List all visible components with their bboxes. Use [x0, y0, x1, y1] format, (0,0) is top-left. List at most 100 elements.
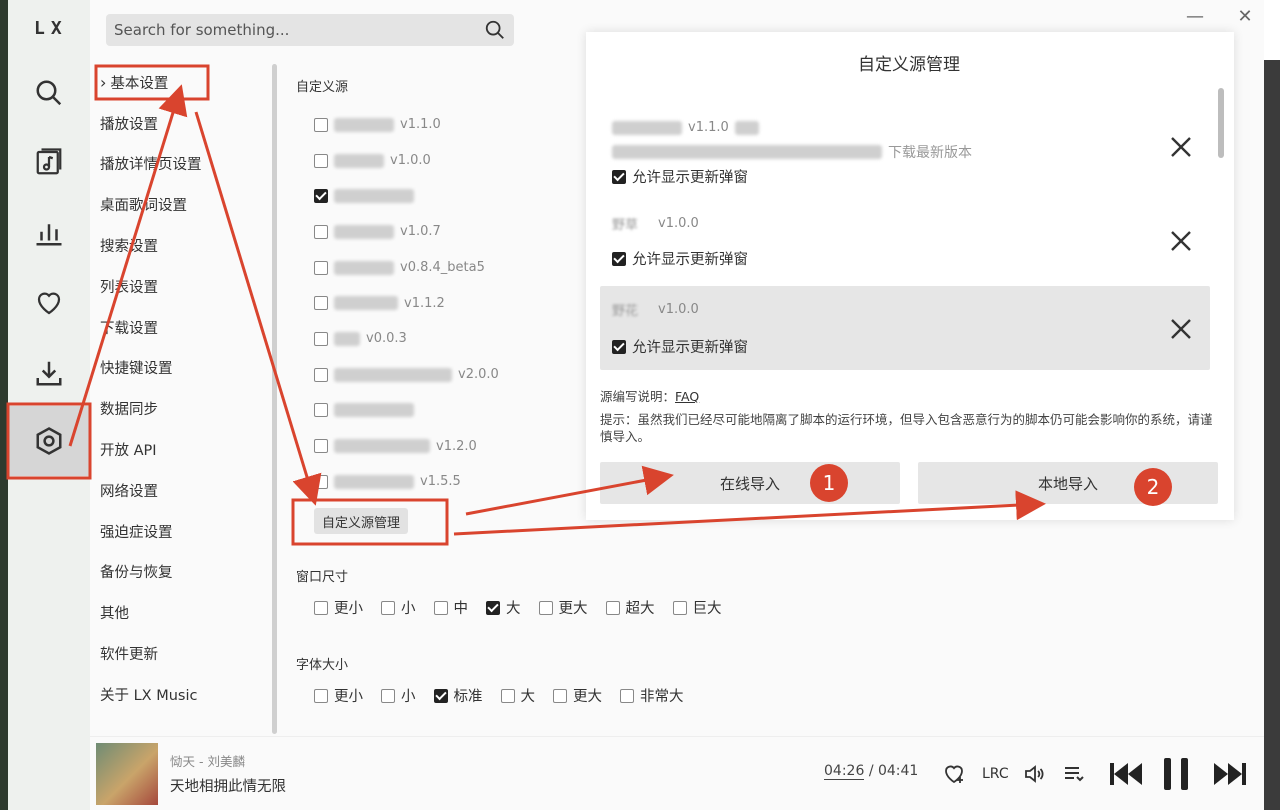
custom-source-checkbox[interactable] — [314, 403, 328, 418]
font-size-option[interactable]: 非常大 — [620, 685, 684, 706]
pause-button[interactable] — [1160, 757, 1192, 791]
window-size-option[interactable]: 超大 — [605, 597, 655, 618]
custom-source-item[interactable]: v1.0.7 — [296, 214, 596, 250]
window-size-option[interactable]: 中 — [433, 597, 468, 618]
font-size-option[interactable]: 标准 — [433, 685, 483, 706]
settings-menu-item[interactable]: 强迫症设置 — [90, 511, 276, 552]
step-badge-1: 1 — [810, 464, 848, 502]
custom-source-item[interactable]: v1.5.5 — [296, 464, 596, 500]
font-size-option[interactable]: 大 — [500, 685, 535, 706]
settings-menu-item[interactable]: 数据同步 — [90, 388, 276, 429]
search-input[interactable] — [114, 21, 484, 39]
remove-source-button[interactable] — [1164, 130, 1198, 164]
source-name-blurred — [334, 367, 452, 382]
local-import-button[interactable]: 本地导入 — [918, 462, 1218, 504]
font-size-checkbox[interactable] — [500, 688, 515, 703]
settings-menu-item[interactable]: 基本设置 — [90, 62, 276, 103]
nav-download[interactable] — [8, 338, 90, 408]
settings-menu-item[interactable]: 软件更新 — [90, 633, 276, 674]
window-size-checkbox[interactable] — [314, 600, 328, 615]
window-size-checkbox[interactable] — [381, 600, 395, 615]
album-cover[interactable] — [96, 743, 158, 805]
window-size-option[interactable]: 大 — [486, 597, 521, 618]
settings-menu-item[interactable]: 备份与恢复 — [90, 552, 276, 593]
font-size-option[interactable]: 更大 — [553, 685, 602, 706]
font-size-checkbox[interactable] — [381, 688, 395, 703]
custom-source-item[interactable]: v1.1.0 — [296, 107, 596, 143]
minimize-button[interactable]: — — [1184, 6, 1206, 27]
prev-button[interactable] — [1108, 757, 1144, 791]
custom-source-item[interactable] — [296, 393, 596, 429]
window-size-option[interactable]: 更小 — [314, 597, 363, 618]
custom-source-checkbox[interactable] — [314, 224, 328, 239]
window-size-option[interactable]: 小 — [381, 597, 416, 618]
custom-source-checkbox[interactable] — [314, 474, 328, 489]
allow-update-popup-option[interactable]: 允许显示更新弹窗 — [612, 248, 748, 269]
settings-menu-item[interactable]: 播放详情页设置 — [90, 144, 276, 185]
window-size-checkbox[interactable] — [433, 600, 448, 615]
settings-menu-item[interactable]: 快捷键设置 — [90, 348, 276, 389]
font-size-checkbox[interactable] — [620, 688, 634, 703]
custom-source-item[interactable]: v0.0.3 — [296, 321, 596, 357]
nav-settings[interactable] — [8, 406, 90, 476]
online-import-button[interactable]: 在线导入 — [600, 462, 900, 504]
settings-menu-item[interactable]: 开放 API — [90, 429, 276, 470]
settings-menu-item[interactable]: 网络设置 — [90, 470, 276, 511]
font-size-checkbox[interactable] — [433, 688, 448, 703]
custom-source-item[interactable]: v0.8.4_beta5 — [296, 250, 596, 286]
custom-source-checkbox[interactable] — [314, 367, 328, 382]
nav-leaderboard[interactable] — [8, 198, 90, 268]
custom-source-checkbox[interactable] — [314, 439, 328, 454]
custom-source-manage-button[interactable]: 自定义源管理 — [314, 508, 409, 534]
window-size-checkbox[interactable] — [672, 600, 687, 615]
remove-source-button[interactable] — [1164, 312, 1198, 346]
settings-menu-item[interactable]: 列表设置 — [90, 266, 276, 307]
window-size-checkbox[interactable] — [605, 600, 620, 615]
custom-source-item[interactable]: v1.1.2 — [296, 285, 596, 321]
settings-menu-item[interactable]: 桌面歌词设置 — [90, 184, 276, 225]
lrc-button[interactable]: LRC — [982, 757, 1009, 791]
window-size-option[interactable]: 巨大 — [672, 597, 722, 618]
custom-source-item[interactable] — [296, 178, 596, 214]
faq-link[interactable]: FAQ — [675, 389, 699, 404]
search-icon[interactable] — [484, 19, 506, 41]
custom-source-checkbox[interactable] — [314, 117, 328, 132]
window-size-option[interactable]: 更大 — [538, 597, 588, 618]
favorite-button[interactable] — [942, 757, 966, 791]
font-size-option[interactable]: 小 — [381, 685, 416, 706]
settings-menu-item[interactable]: 其他 — [90, 592, 276, 633]
window-size-checkbox[interactable] — [538, 600, 553, 615]
font-size-checkbox[interactable] — [314, 688, 328, 703]
font-size-checkbox[interactable] — [553, 688, 567, 703]
custom-source-item[interactable]: v2.0.0 — [296, 357, 596, 393]
nav-songlist[interactable] — [8, 127, 90, 197]
custom-source-checkbox[interactable] — [314, 296, 328, 311]
settings-menu-item[interactable]: 搜索设置 — [90, 225, 276, 266]
close-button[interactable]: ✕ — [1234, 6, 1256, 27]
custom-source-checkbox[interactable] — [314, 331, 328, 346]
custom-source-checkbox[interactable] — [314, 189, 328, 204]
allow-update-popup-option[interactable]: 允许显示更新弹窗 — [612, 166, 748, 187]
allow-update-checkbox[interactable] — [612, 339, 626, 354]
settings-menu-item[interactable]: 关于 LX Music — [90, 674, 276, 715]
settings-menu-item[interactable]: 播放设置 — [90, 103, 276, 144]
playlist-button[interactable] — [1062, 757, 1086, 791]
nav-favorites[interactable] — [8, 268, 90, 338]
font-size-option[interactable]: 更小 — [314, 685, 363, 706]
allow-update-checkbox[interactable] — [612, 169, 626, 184]
volume-button[interactable] — [1022, 757, 1046, 791]
next-button[interactable] — [1212, 757, 1248, 791]
menu-scrollbar[interactable] — [272, 64, 277, 734]
custom-source-item[interactable]: v1.2.0 — [296, 428, 596, 464]
allow-update-checkbox[interactable] — [612, 251, 626, 266]
window-size-checkbox[interactable] — [486, 600, 500, 615]
custom-source-item[interactable]: v1.0.0 — [296, 143, 596, 179]
nav-search[interactable] — [8, 58, 90, 128]
allow-update-popup-option[interactable]: 允许显示更新弹窗 — [612, 336, 748, 357]
custom-source-checkbox[interactable] — [314, 260, 328, 275]
settings-menu-item[interactable]: 下载设置 — [90, 307, 276, 348]
custom-source-checkbox[interactable] — [314, 153, 328, 168]
remove-source-button[interactable] — [1164, 224, 1198, 258]
dialog-scrollbar[interactable] — [1218, 88, 1224, 158]
search-bar[interactable] — [106, 14, 514, 46]
